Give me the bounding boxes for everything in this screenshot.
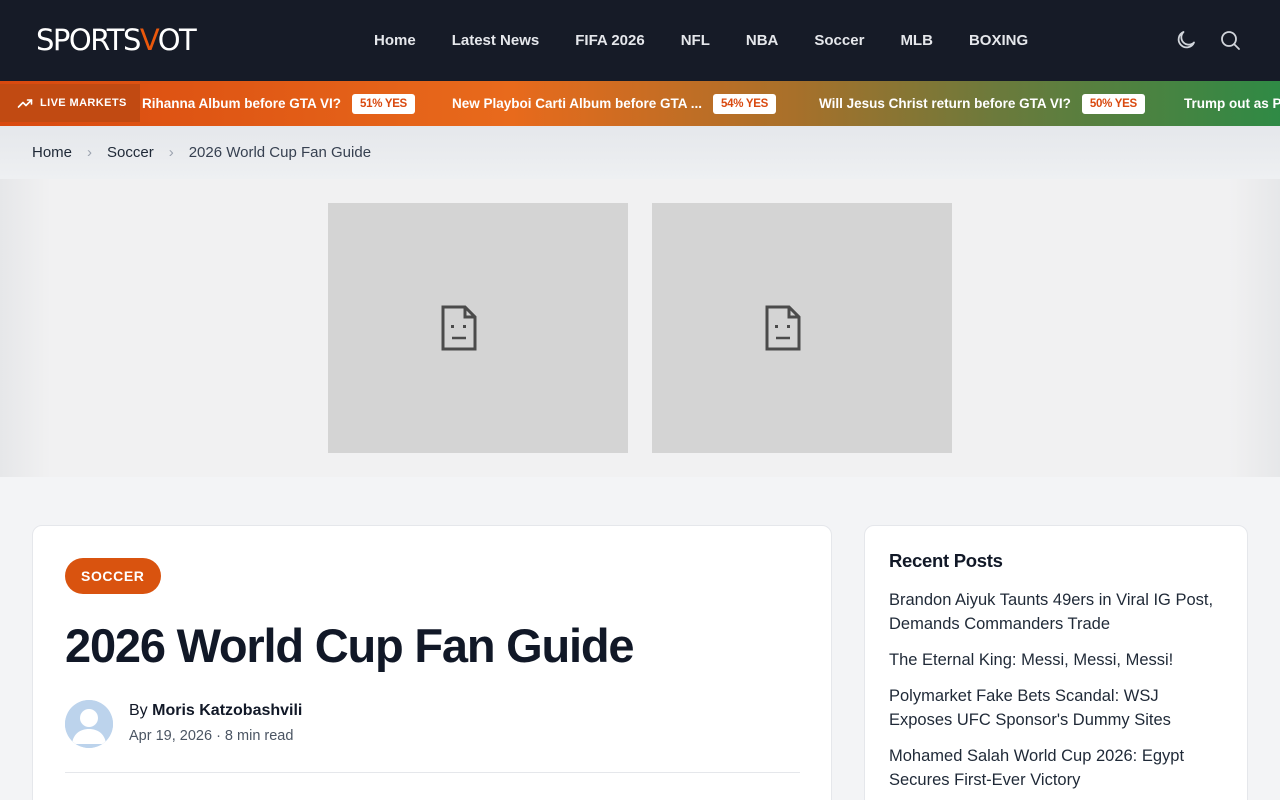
search-icon[interactable]: [1218, 28, 1242, 52]
recent-posts-title: Recent Posts: [889, 550, 1003, 571]
trending-up-icon: [17, 99, 33, 108]
ticker-track: Rihanna Album before GTA VI? 51% YES New…: [0, 81, 1280, 126]
article-meta: Apr 19, 2026 · 8 min read: [129, 728, 294, 744]
category-badge[interactable]: SOCCER: [65, 558, 161, 594]
recent-posts-list: Brandon Aiyuk Taunts 49ers in Viral IG P…: [889, 588, 1219, 800]
nav-soccer[interactable]: Soccer: [796, 32, 882, 49]
ticker-item[interactable]: Trump out as P: [1184, 81, 1280, 126]
logo-suffix: OT: [157, 23, 197, 57]
author-avatar[interactable]: [65, 700, 113, 748]
nav-boxing[interactable]: BOXING: [951, 32, 1046, 49]
nav-nfl[interactable]: NFL: [663, 32, 728, 49]
live-markets-text: LIVE MARKETS: [40, 97, 127, 109]
article-card: SOCCER 2026 World Cup Fan Guide By Moris…: [32, 525, 832, 800]
nav-home[interactable]: Home: [356, 32, 434, 49]
breadcrumb-home[interactable]: Home: [32, 144, 72, 161]
odds-badge: 54% YES: [713, 93, 776, 114]
chevron-right-icon: ›: [87, 144, 93, 161]
breadcrumb-bar: Home › Soccer › 2026 World Cup Fan Guide: [0, 126, 1280, 179]
main-nav: Home Latest News FIFA 2026 NFL NBA Socce…: [356, 0, 1046, 81]
odds-badge: 50% YES: [1081, 93, 1145, 114]
ticker-question: Rihanna Album before GTA VI?: [142, 96, 342, 111]
ad-band: [0, 179, 1280, 477]
recent-post-link[interactable]: Mohamed Salah World Cup 2026: Egypt Secu…: [889, 744, 1219, 792]
ticker-question: Trump out as P: [1184, 96, 1280, 111]
nav-mlb[interactable]: MLB: [882, 32, 951, 49]
site-logo[interactable]: SPORTSVOT: [36, 23, 197, 57]
ticker-item[interactable]: New Playboi Carti Album before GTA ... 5…: [452, 81, 776, 126]
nav-fifa-2026[interactable]: FIFA 2026: [557, 32, 662, 49]
divider: [65, 772, 800, 773]
breadcrumb: Home › Soccer › 2026 World Cup Fan Guide: [32, 126, 371, 179]
ticker-item[interactable]: Will Jesus Christ return before GTA VI? …: [819, 81, 1145, 126]
chevron-right-icon: ›: [168, 144, 174, 161]
moon-icon[interactable]: [1174, 28, 1198, 52]
article-title: 2026 World Cup Fan Guide: [65, 619, 635, 672]
recent-posts-sidebar: Recent Posts Brandon Aiyuk Taunts 49ers …: [864, 525, 1248, 800]
ad-slot[interactable]: [652, 203, 952, 453]
ad-slot[interactable]: [328, 203, 628, 453]
nav-nba[interactable]: NBA: [728, 32, 797, 49]
live-markets-label: LIVE MARKETS: [0, 84, 140, 122]
logo-prefix: SPORTS: [36, 23, 141, 57]
breadcrumb-soccer[interactable]: Soccer: [107, 144, 154, 161]
odds-badge: 51% YES: [352, 93, 415, 114]
ticker-question: Will Jesus Christ return before GTA VI?: [819, 96, 1071, 111]
ticker-item[interactable]: Rihanna Album before GTA VI? 51% YES: [142, 81, 415, 126]
byline: By Moris Katzobashvili: [129, 702, 302, 720]
ticker-question: New Playboi Carti Album before GTA ...: [452, 96, 703, 111]
user-icon: [65, 700, 113, 748]
logo-accent: V: [139, 23, 159, 57]
recent-post-link[interactable]: Polymarket Fake Bets Scandal: WSJ Expose…: [889, 684, 1219, 732]
byline-prefix: By: [129, 702, 148, 719]
live-markets-ticker: Rihanna Album before GTA VI? 51% YES New…: [0, 81, 1280, 126]
nav-latest-news[interactable]: Latest News: [434, 32, 558, 49]
recent-post-link[interactable]: Brandon Aiyuk Taunts 49ers in Viral IG P…: [889, 588, 1219, 636]
broken-image-icon: [765, 305, 801, 351]
breadcrumb-current: 2026 World Cup Fan Guide: [188, 144, 372, 161]
author-name[interactable]: Moris Katzobashvili: [152, 702, 302, 719]
broken-image-icon: [441, 305, 477, 351]
site-header: SPORTSVOT Home Latest News FIFA 2026 NFL…: [0, 0, 1280, 81]
recent-post-link[interactable]: The Eternal King: Messi, Messi, Messi!: [889, 648, 1219, 672]
